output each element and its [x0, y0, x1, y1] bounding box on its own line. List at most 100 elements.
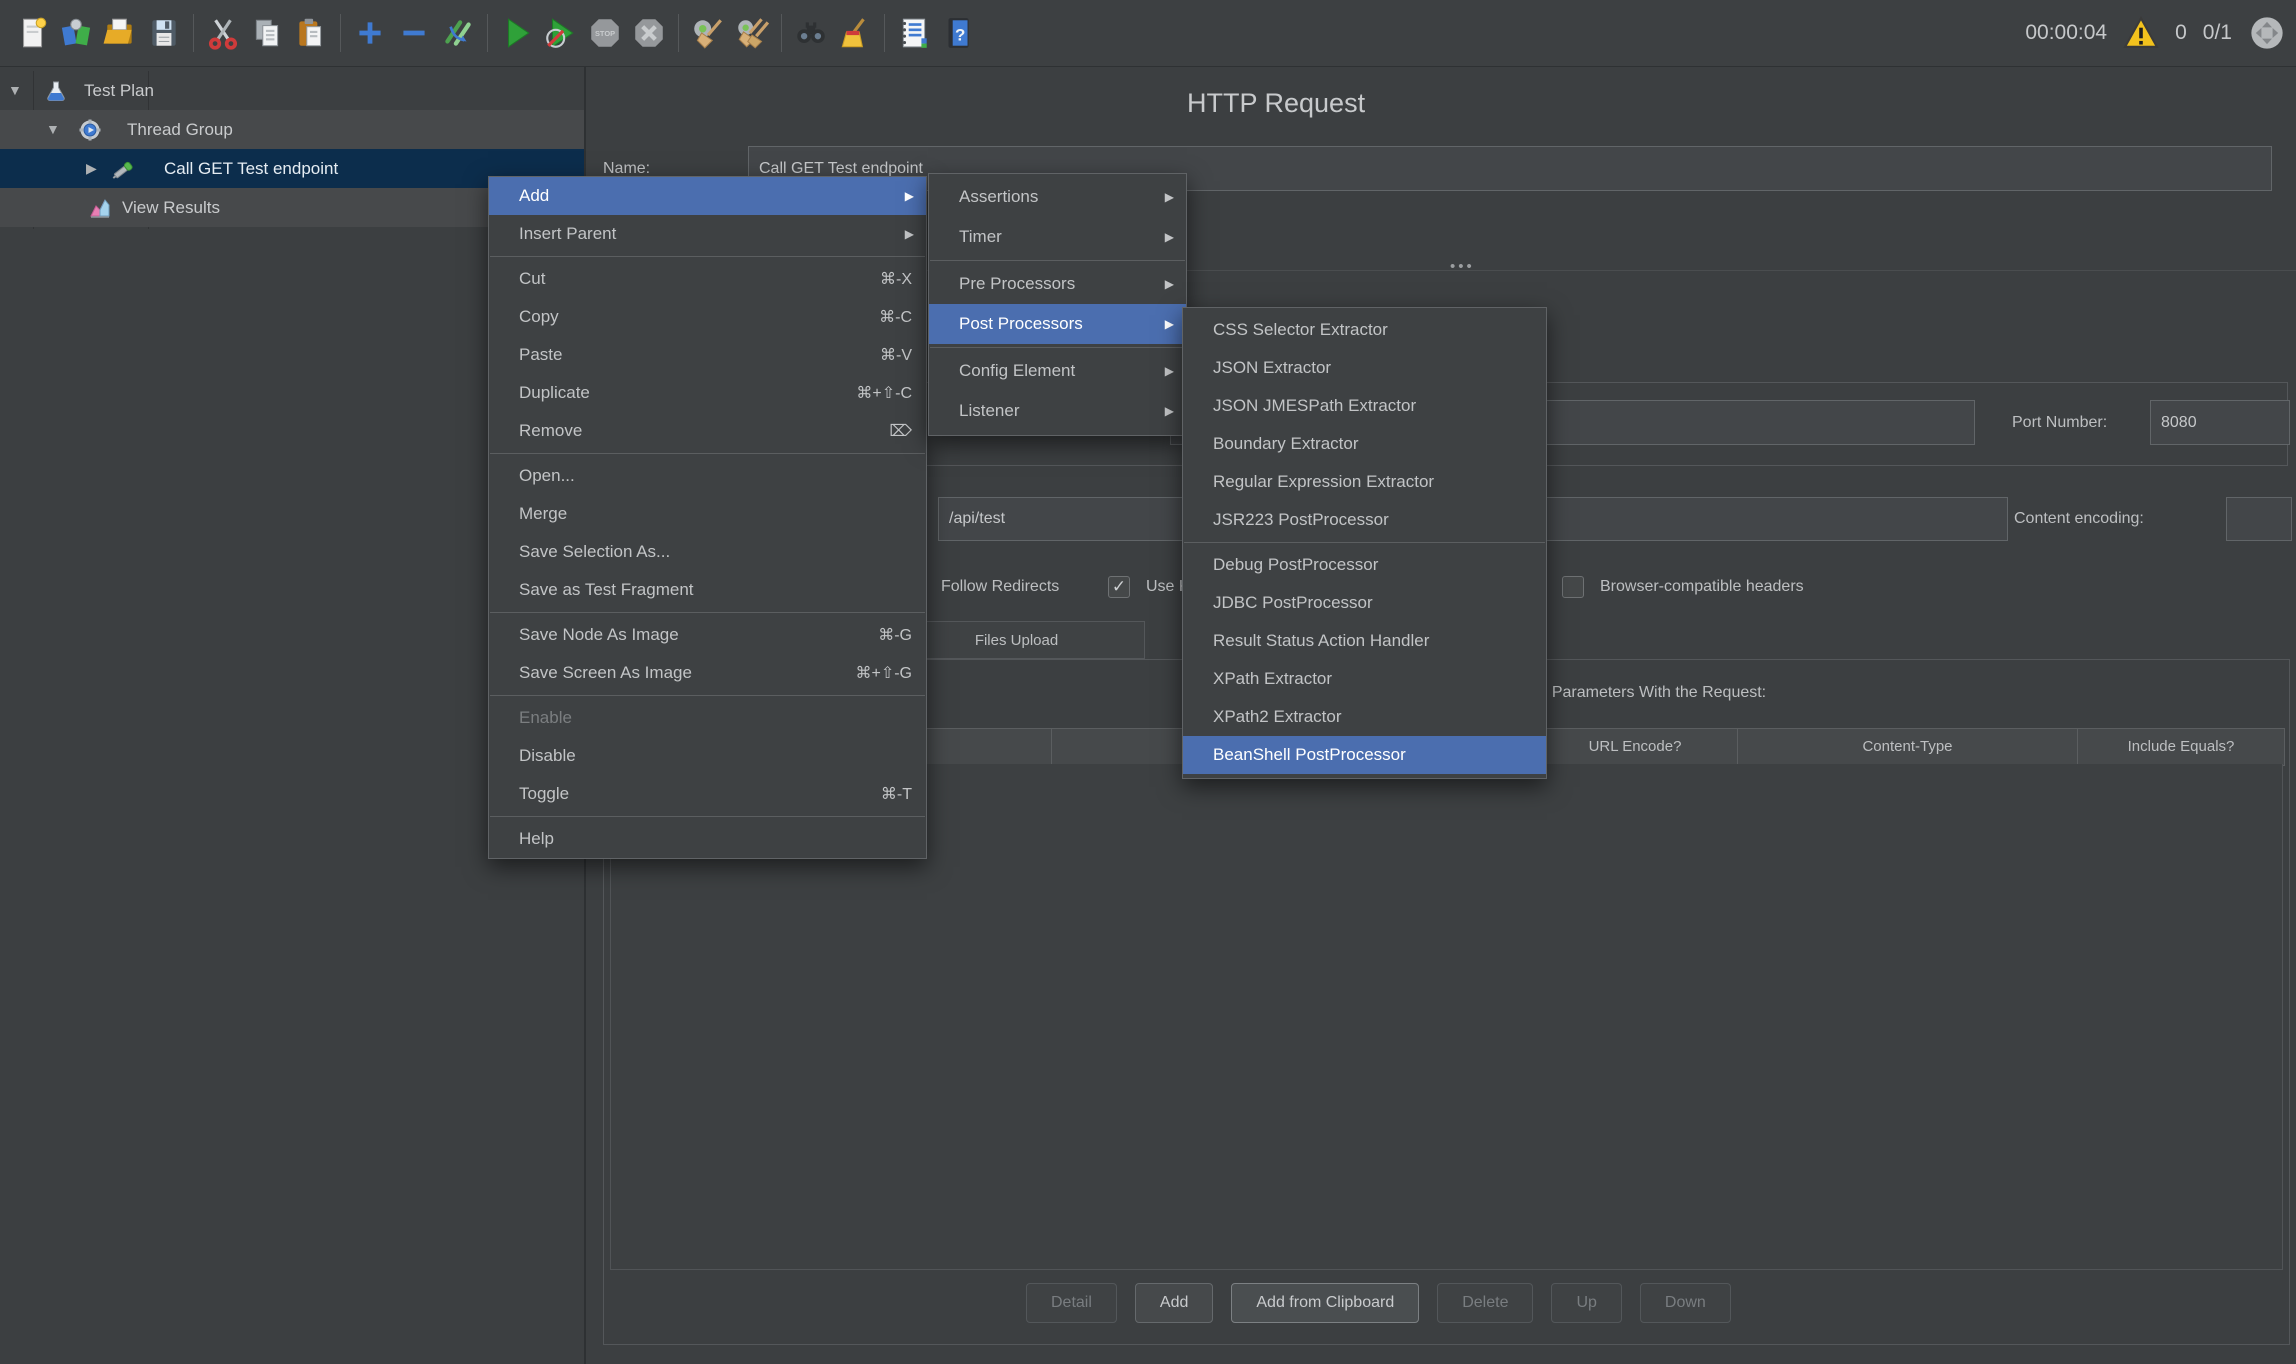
menu-item-label: Merge	[489, 504, 567, 524]
menu-item-result-status-action-handler[interactable]: Result Status Action Handler	[1183, 622, 1546, 660]
menu-separator	[490, 816, 925, 817]
menu-item-json-extractor[interactable]: JSON Extractor	[1183, 349, 1546, 387]
menu-item-boundary-extractor[interactable]: Boundary Extractor	[1183, 425, 1546, 463]
menu-item-listener[interactable]: Listener▶	[929, 391, 1186, 431]
toolbar-separator	[884, 14, 885, 52]
copy-icon[interactable]	[245, 11, 289, 55]
warning-count: 0	[2175, 21, 2187, 45]
column-header-include-equals[interactable]: Include Equals?	[2078, 729, 2284, 765]
menu-item-insert-parent[interactable]: Insert Parent▶	[489, 215, 926, 253]
menu-item-debug-postprocessor[interactable]: Debug PostProcessor	[1183, 546, 1546, 584]
menu-item-copy[interactable]: Copy⌘-C	[489, 298, 926, 336]
menu-item-label: Debug PostProcessor	[1183, 555, 1378, 575]
menu-item-save-screen-as-image[interactable]: Save Screen As Image⌘+⇧-G	[489, 654, 926, 692]
menu-item-open[interactable]: Open...	[489, 457, 926, 495]
column-header-content-type[interactable]: Content-Type	[1738, 729, 2078, 765]
clear-all-icon[interactable]	[730, 11, 774, 55]
menu-item-beanshell-postprocessor[interactable]: BeanShell PostProcessor	[1183, 736, 1546, 774]
help-icon[interactable]	[936, 11, 980, 55]
menu-item-remove[interactable]: Remove⌦	[489, 412, 926, 450]
submenu-arrow-icon: ▶	[1165, 364, 1174, 378]
search-icon[interactable]	[789, 11, 833, 55]
menu-item-label: Copy	[489, 307, 559, 327]
collapse-all-icon[interactable]	[392, 11, 436, 55]
port-number-label: Port Number:	[2012, 400, 2107, 445]
tree-item-label: Test Plan	[84, 71, 154, 110]
checkbox-use-keepalive[interactable]: ✓	[1108, 576, 1130, 598]
menu-item-timer[interactable]: Timer▶	[929, 217, 1186, 257]
menu-item-jsr223-postprocessor[interactable]: JSR223 PostProcessor	[1183, 501, 1546, 539]
tree-item-label: Thread Group	[127, 110, 233, 149]
save-icon[interactable]	[142, 11, 186, 55]
submenu-arrow-icon: ▶	[1165, 317, 1174, 331]
menu-separator	[490, 695, 925, 696]
menu-item-label: Listener	[929, 401, 1019, 421]
menu-item-config-element[interactable]: Config Element▶	[929, 351, 1186, 391]
menu-item-label: Pre Processors	[929, 274, 1075, 294]
view-results-icon	[88, 196, 112, 220]
menu-item-add[interactable]: Add▶	[489, 177, 926, 215]
menu-item-save-selection-as[interactable]: Save Selection As...	[489, 533, 926, 571]
function-helper-icon[interactable]	[892, 11, 936, 55]
expand-node-icon[interactable]: ▶	[86, 149, 97, 188]
checkbox-browser-compatible-headers[interactable]	[1562, 576, 1584, 598]
menu-item-duplicate[interactable]: Duplicate⌘+⇧-C	[489, 374, 926, 412]
menu-item-paste[interactable]: Paste⌘-V	[489, 336, 926, 374]
menu-item-regular-expression-extractor[interactable]: Regular Expression Extractor	[1183, 463, 1546, 501]
menu-item-label: Cut	[489, 269, 545, 289]
clear-icon[interactable]	[686, 11, 730, 55]
menu-item-label: CSS Selector Extractor	[1183, 320, 1388, 340]
menu-item-css-selector-extractor[interactable]: CSS Selector Extractor	[1183, 311, 1546, 349]
start-no-pauses-icon[interactable]	[539, 11, 583, 55]
tree-item-thread-group[interactable]: ▼ Thread Group	[0, 110, 584, 149]
add-from-clipboard-button[interactable]: Add from Clipboard	[1231, 1283, 1419, 1323]
context-menu: Add▶Insert Parent▶Cut⌘-XCopy⌘-CPaste⌘-VD…	[488, 176, 927, 859]
warning-icon[interactable]	[2123, 15, 2159, 51]
menu-item-jdbc-postprocessor[interactable]: JDBC PostProcessor	[1183, 584, 1546, 622]
menu-item-disable[interactable]: Disable	[489, 737, 926, 775]
menu-item-save-as-test-fragment[interactable]: Save as Test Fragment	[489, 571, 926, 609]
paste-icon[interactable]	[289, 11, 333, 55]
menu-item-merge[interactable]: Merge	[489, 495, 926, 533]
port-number-input[interactable]: 8080	[2150, 400, 2290, 445]
menu-item-label: JDBC PostProcessor	[1183, 593, 1373, 613]
menu-item-xpath-extractor[interactable]: XPath Extractor	[1183, 660, 1546, 698]
toolbar-icon-strip	[0, 11, 980, 55]
toggle-icon[interactable]	[436, 11, 480, 55]
menu-item-cut[interactable]: Cut⌘-X	[489, 260, 926, 298]
expand-all-icon[interactable]	[348, 11, 392, 55]
reset-search-icon[interactable]	[833, 11, 877, 55]
toolbar-separator	[193, 14, 194, 52]
menu-item-help[interactable]: Help	[489, 820, 926, 858]
tab-files-upload[interactable]: Files Upload	[889, 621, 1145, 659]
column-header-url-encode[interactable]: URL Encode?	[1533, 729, 1738, 765]
submenu-arrow-icon: ▶	[1165, 230, 1174, 244]
menu-item-label: Open...	[489, 466, 575, 486]
start-icon[interactable]	[495, 11, 539, 55]
cut-icon[interactable]	[201, 11, 245, 55]
add-button[interactable]: Add	[1135, 1283, 1213, 1323]
menu-item-xpath2-extractor[interactable]: XPath2 Extractor	[1183, 698, 1546, 736]
menu-item-save-node-as-image[interactable]: Save Node As Image⌘-G	[489, 616, 926, 654]
http-request-icon	[112, 157, 136, 181]
menu-item-json-jmespath-extractor[interactable]: JSON JMESPath Extractor	[1183, 387, 1546, 425]
content-encoding-input[interactable]	[2226, 497, 2292, 541]
menu-item-label: Save Screen As Image	[489, 663, 692, 683]
menu-separator	[490, 256, 925, 257]
tree-item-test-plan[interactable]: ▼ Test Plan	[0, 71, 584, 110]
new-file-icon[interactable]	[10, 11, 54, 55]
menu-item-label: JSON JMESPath Extractor	[1183, 396, 1416, 416]
collapse-node-icon[interactable]: ▼	[8, 71, 22, 110]
tree-item-label: Call GET Test endpoint	[164, 149, 338, 188]
submenu-arrow-icon: ▶	[905, 227, 914, 241]
section-divider-handle[interactable]: •••	[1450, 258, 1475, 275]
collapse-node-icon[interactable]: ▼	[46, 110, 60, 149]
templates-icon[interactable]	[54, 11, 98, 55]
menu-item-pre-processors[interactable]: Pre Processors▶	[929, 264, 1186, 304]
menu-item-assertions[interactable]: Assertions▶	[929, 177, 1186, 217]
menu-item-shortcut: ⌘+⇧-C	[856, 383, 912, 403]
open-file-icon[interactable]	[98, 11, 142, 55]
menu-item-toggle[interactable]: Toggle⌘-T	[489, 775, 926, 813]
toolbar-separator	[487, 14, 488, 52]
menu-item-post-processors[interactable]: Post Processors▶	[929, 304, 1186, 344]
